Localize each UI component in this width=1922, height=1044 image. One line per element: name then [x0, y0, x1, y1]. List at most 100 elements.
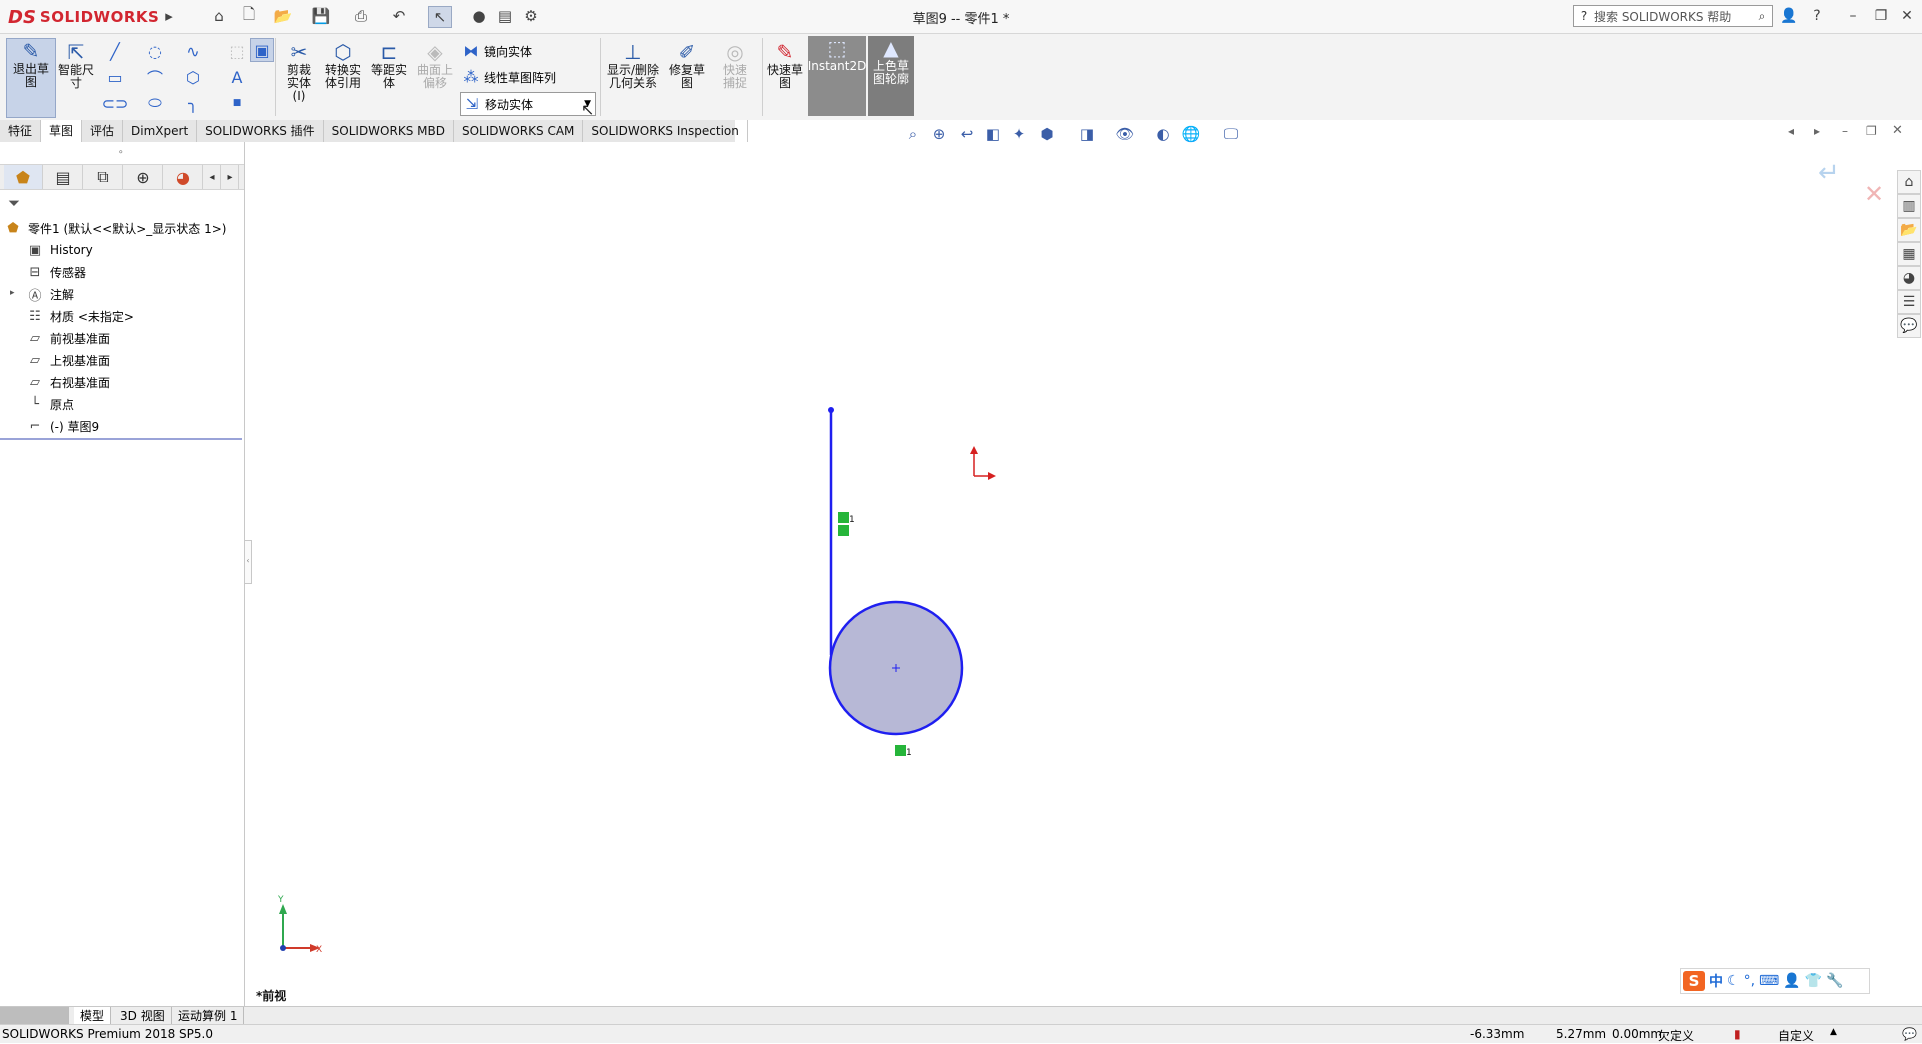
tree-root-part[interactable]: ⬟ 零件1 (默认<<默认>_显示状态 1>)	[4, 218, 226, 238]
tree-item-history[interactable]: ▣ History	[26, 240, 93, 260]
configuration-manager-tab-icon[interactable]: ⧉	[84, 165, 123, 189]
tab-mbd[interactable]: SOLIDWORKS MBD	[324, 120, 454, 142]
view-orientation-icon[interactable]: ⬢	[1036, 124, 1058, 144]
hide-show-items-icon[interactable]: 👁	[1114, 124, 1136, 144]
tab-model[interactable]: 模型	[74, 1007, 112, 1025]
ellipse-icon[interactable]: ⬭	[144, 92, 166, 114]
solidworks-logo[interactable]: DS SOLIDWORKS	[8, 4, 159, 30]
tabs-scroll-right-icon[interactable]: ▸	[222, 165, 239, 189]
offset-on-surface-button[interactable]: ◈ 曲面上偏移	[414, 40, 456, 90]
tab-addins[interactable]: SOLIDWORKS 插件	[197, 120, 324, 142]
section-view-icon[interactable]: ◧	[982, 124, 1004, 144]
offset-entities-button[interactable]: ⊏ 等距实体	[368, 40, 410, 90]
tree-item-material[interactable]: ☷ 材质 <未指定>	[26, 306, 134, 326]
tree-item-front-plane[interactable]: ▱ 前视基准面	[26, 328, 110, 348]
circle-icon[interactable]: ◌	[144, 40, 166, 62]
feature-tree-tab-icon[interactable]: ⬟	[4, 165, 43, 189]
close-icon[interactable]: ✕	[1896, 6, 1918, 26]
task-pane-custom-properties-icon[interactable]: ☰	[1897, 290, 1921, 314]
task-pane-appearances-icon[interactable]: ◕	[1897, 266, 1921, 290]
ime-mode-label[interactable]: 中	[1709, 971, 1723, 991]
relation-badge-icon[interactable]	[838, 512, 849, 523]
tree-item-sensors[interactable]: ⊟ 传感器	[26, 262, 86, 282]
print-icon[interactable]: ⎙	[350, 6, 372, 26]
edit-appearance-icon[interactable]: ◐	[1152, 124, 1174, 144]
point-icon[interactable]: ■	[226, 92, 248, 114]
tree-item-top-plane[interactable]: ▱ 上视基准面	[26, 350, 110, 370]
ime-user-icon[interactable]: 👤	[1783, 973, 1800, 989]
new-document-icon[interactable]: 🗋	[238, 5, 260, 26]
display-delete-relations-button[interactable]: ⊥ 显示/删除几何关系	[604, 40, 662, 90]
save-icon[interactable]: 💾	[310, 6, 332, 26]
viewport-minimize-icon[interactable]: –	[1842, 124, 1848, 138]
home-icon[interactable]: ⌂	[208, 6, 230, 26]
slot-icon[interactable]: ⊂⊃	[102, 92, 129, 114]
panel-splitter-handle[interactable]: ⚬	[117, 148, 125, 158]
dynamic-annotation-icon[interactable]: ✦	[1008, 124, 1030, 144]
viewport-nav-right-icon[interactable]: ▸	[1814, 124, 1820, 138]
line-endpoint[interactable]	[828, 407, 834, 413]
expand-annotations-icon[interactable]: ▸	[10, 288, 15, 298]
tab-cam[interactable]: SOLIDWORKS CAM	[454, 120, 584, 142]
smart-dimension-button[interactable]: ⇱ 智能尺寸	[54, 40, 98, 90]
exit-sketch-button[interactable]: ✎ 退出草图	[6, 38, 56, 118]
move-entities-dropdown[interactable]: ⇲ 移动实体 ▼	[460, 92, 596, 116]
ime-shirt-icon[interactable]: 👕	[1805, 973, 1822, 989]
ime-moon-icon[interactable]: ☾	[1727, 973, 1740, 989]
tab-motion-study[interactable]: 运动算例 1	[172, 1007, 245, 1025]
tree-item-origin[interactable]: └ 原点	[26, 394, 74, 414]
instant2d-button[interactable]: ⬚ Instant2D	[808, 36, 866, 116]
line-icon[interactable]: ╱	[104, 40, 126, 62]
expand-menu-icon[interactable]: ▸	[158, 6, 180, 26]
tab-inspection[interactable]: SOLIDWORKS Inspection	[583, 120, 748, 142]
zoom-to-fit-icon[interactable]: ⌕	[902, 124, 924, 144]
tab-dimxpert[interactable]: DimXpert	[123, 120, 198, 142]
rebuild-status-icon[interactable]: ▮	[1734, 1027, 1741, 1041]
text-icon[interactable]: A	[226, 66, 248, 88]
convert-entities-button[interactable]: ⬡ 转换实体引用	[322, 40, 364, 90]
select-icon[interactable]: ↖	[428, 6, 452, 28]
viewport-restore-icon[interactable]: ❐	[1866, 124, 1877, 138]
task-pane-resources-icon[interactable]: ▥	[1897, 194, 1921, 218]
previous-view-icon[interactable]: ↩	[956, 124, 978, 144]
tab-3d-view[interactable]: 3D 视图	[114, 1007, 172, 1025]
ime-toolbar[interactable]: S 中 ☾ °, ⌨ 👤 👕 🔧	[1680, 968, 1870, 994]
ime-keyboard-icon[interactable]: ⌨	[1759, 973, 1779, 989]
user-icon[interactable]: 👤	[1778, 6, 1800, 26]
viewport-close-icon[interactable]: ✕	[1892, 123, 1903, 138]
tree-item-right-plane[interactable]: ▱ 右视基准面	[26, 372, 110, 392]
polygon-icon[interactable]: ⬡	[182, 66, 204, 88]
rectangle-icon[interactable]: ▭	[104, 66, 126, 88]
undo-icon[interactable]: ↶	[388, 6, 410, 26]
property-manager-tab-icon[interactable]: ▤	[44, 165, 83, 189]
traffic-light-icon[interactable]: ●	[468, 6, 490, 26]
restore-icon[interactable]: ❐	[1870, 6, 1892, 26]
help-search-input[interactable]: ? 搜索 SOLIDWORKS 帮助 ⌕	[1573, 5, 1773, 27]
tabs-scroll-left-icon[interactable]: ◂	[204, 165, 221, 189]
apply-scene-icon[interactable]: 🌐	[1180, 124, 1202, 144]
sketch-toggle-icon[interactable]: ▣	[250, 38, 274, 62]
arc-icon[interactable]: ⌒	[144, 66, 166, 88]
search-icon[interactable]: ⌕	[1752, 9, 1772, 24]
ime-wrench-icon[interactable]: 🔧	[1826, 973, 1843, 989]
mirror-entities-button[interactable]: ⧓ 镜向实体	[462, 42, 533, 60]
quick-snaps-button[interactable]: ◎ 快速捕捉	[714, 40, 756, 90]
tab-scroll-area[interactable]	[0, 1007, 69, 1025]
quick-tips-icon[interactable]: 💬	[1902, 1027, 1917, 1041]
tab-evaluate[interactable]: 评估	[82, 120, 124, 142]
rapid-sketch-button[interactable]: ✎ 快速草图	[764, 40, 806, 90]
view-settings-icon[interactable]: 🖵	[1220, 124, 1242, 144]
file-properties-icon[interactable]: ▤	[494, 6, 516, 26]
display-style-icon[interactable]: ◨	[1076, 124, 1098, 144]
minimize-icon[interactable]: –	[1842, 6, 1864, 26]
options-gear-icon[interactable]: ⚙	[520, 6, 542, 26]
vertical-relation-icon[interactable]	[838, 525, 849, 536]
spline-icon[interactable]: ∿	[182, 40, 204, 62]
rectangle-dashed-icon[interactable]: ⬚	[226, 40, 248, 62]
filter-icon[interactable]: ⏷	[8, 194, 20, 212]
open-icon[interactable]: 📂	[272, 6, 294, 26]
task-pane-forum-icon[interactable]: 💬	[1897, 314, 1921, 338]
task-pane-home-icon[interactable]: ⌂	[1897, 170, 1921, 194]
trim-entities-button[interactable]: ✂ 剪裁实体(I)	[278, 40, 320, 103]
graphics-area[interactable]: 1 1 Y X *前视	[250, 150, 1890, 1005]
